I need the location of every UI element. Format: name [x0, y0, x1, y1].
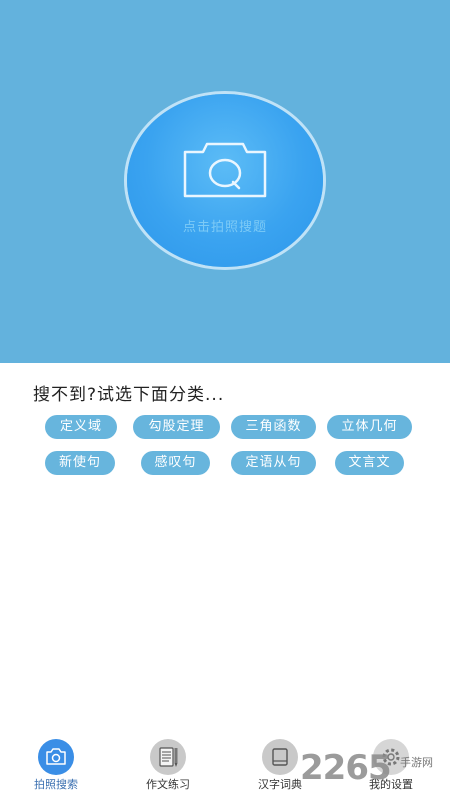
hero-banner: 点击拍照搜题 — [0, 0, 450, 363]
tab-essay-practice[interactable]: 作文练习 — [118, 735, 218, 800]
category-chip-exclamatory[interactable]: 感叹句 — [141, 451, 210, 475]
category-chip-classical-chinese[interactable]: 文言文 — [335, 451, 404, 475]
category-chip-attributive-clause[interactable]: 定语从句 — [231, 451, 316, 475]
watermark-site-name: 手游网 — [400, 756, 433, 769]
category-chip-solid-geometry[interactable]: 立体几何 — [327, 415, 412, 439]
photo-search-label: 点击拍照搜题 — [182, 220, 267, 235]
category-chip-pythagorean[interactable]: 勾股定理 — [133, 415, 220, 439]
category-chip-causative[interactable]: 新使句 — [45, 451, 115, 475]
photo-search-button[interactable]: 点击拍照搜题 — [127, 94, 323, 267]
book-icon — [262, 739, 298, 775]
camera-icon — [38, 739, 74, 775]
site-watermark: 2265 手游网 — [300, 742, 450, 800]
tab-photo-search[interactable]: 拍照搜索 — [6, 735, 106, 800]
watermark-logo-text: 2265 — [300, 748, 392, 788]
notebook-pencil-icon — [150, 739, 186, 775]
category-prompt: 搜不到?试选下面分类... — [33, 385, 225, 405]
category-chip-trig[interactable]: 三角函数 — [231, 415, 316, 439]
camera-icon — [183, 142, 267, 198]
category-chip-domain[interactable]: 定义域 — [45, 415, 117, 439]
